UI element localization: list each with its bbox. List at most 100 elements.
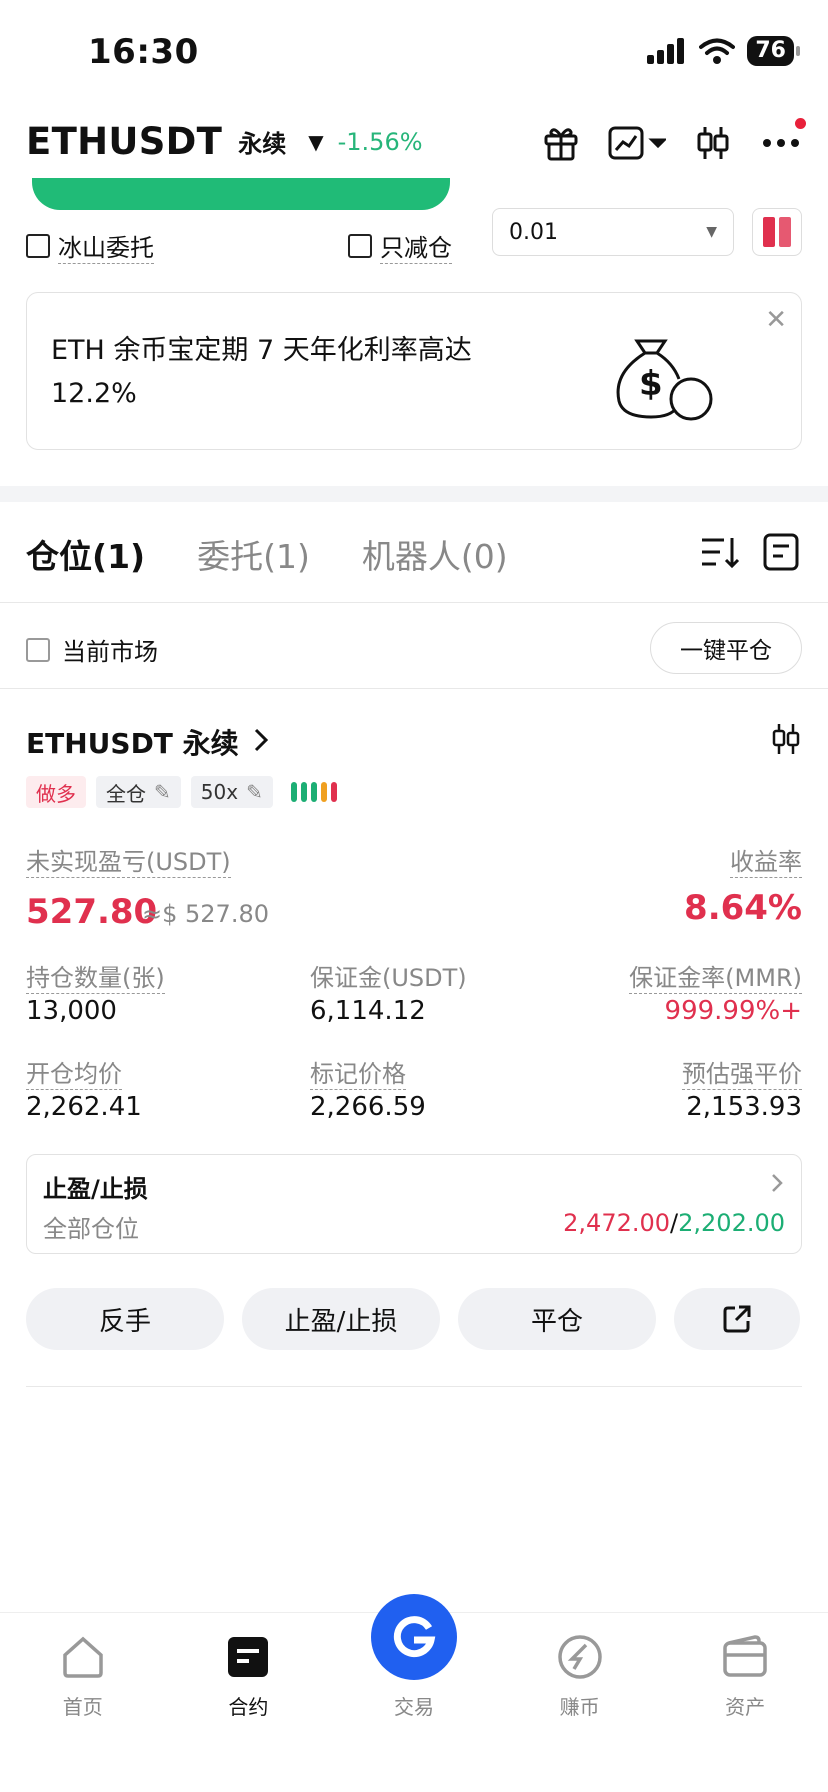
quantity-value: 0.01 xyxy=(509,219,558,245)
tpsl-button[interactable]: 止盈/止损 xyxy=(242,1288,440,1350)
reverse-button[interactable]: 反手 xyxy=(26,1288,224,1350)
divider xyxy=(0,602,828,603)
pnl-label: 未实现盈亏(USDT) xyxy=(26,842,231,878)
svg-text:$: $ xyxy=(639,364,663,404)
adl-indicator-icon xyxy=(290,782,337,802)
nav-assets[interactable]: 资产 xyxy=(685,1613,805,1792)
side-badge: 做多 xyxy=(26,776,86,808)
tab-bots[interactable]: 机器人(0) xyxy=(362,530,508,578)
tpsl-title: 止盈/止损 xyxy=(43,1175,148,1203)
entry-price-label: 开仓均价 xyxy=(26,1054,122,1090)
nav-earn[interactable]: 赚币 xyxy=(520,1613,640,1792)
entry-price-value: 2,262.41 xyxy=(26,1092,142,1122)
price-change: -1.56% xyxy=(337,127,423,156)
roe-value: 8.64% xyxy=(684,888,802,928)
unrealized-pnl: 527.80 xyxy=(26,892,158,932)
iceberg-option[interactable]: 冰山委托 xyxy=(26,228,154,264)
close-all-button[interactable]: 一键平仓 xyxy=(650,622,802,674)
iceberg-checkbox[interactable] xyxy=(26,234,50,258)
symbol-header[interactable]: ETHUSDT 永续 ▼ -1.56% xyxy=(26,120,423,163)
gift-icon[interactable] xyxy=(540,122,582,164)
mmr-label: 保证金率(MMR) xyxy=(629,958,802,994)
divider xyxy=(0,688,828,689)
margin-value: 6,114.12 xyxy=(310,996,426,1026)
tpsl-summary[interactable]: 止盈/止损 全部仓位 2,472.00/2,202.00 xyxy=(26,1154,802,1254)
nav-assets-label: 资产 xyxy=(725,1695,766,1719)
status-icons: 76 xyxy=(647,36,800,66)
tpsl-scope: 全部仓位 xyxy=(43,1215,139,1243)
size-label: 持仓数量(张) xyxy=(26,958,165,994)
position-tabs: 仓位(1) 委托(1) 机器人(0) xyxy=(26,530,508,578)
wifi-icon xyxy=(699,38,736,64)
close-icon[interactable]: ✕ xyxy=(765,305,787,335)
more-icon[interactable] xyxy=(760,122,802,164)
section-divider xyxy=(0,486,828,502)
margin-label: 保证金(USDT) xyxy=(310,964,467,992)
mark-price-label: 标记价格 xyxy=(310,1054,406,1090)
chevron-right-icon xyxy=(771,1173,783,1197)
share-icon xyxy=(723,1305,751,1333)
reduce-only-option[interactable]: 只减仓 xyxy=(348,228,452,264)
quantity-select[interactable]: 0.01 ▼ xyxy=(492,208,734,256)
trade-icon xyxy=(393,1616,436,1658)
layout-icon xyxy=(763,217,791,247)
tab-orders[interactable]: 委托(1) xyxy=(197,530,310,578)
promo-banner[interactable]: ETH 余币宝定期 7 天年化利率高达 12.2% $ ✕ xyxy=(26,292,802,450)
tpsl-prices: 2,472.00/2,202.00 xyxy=(563,1209,785,1237)
liq-price-label: 预估强平价 xyxy=(682,1054,802,1090)
candlestick-icon[interactable] xyxy=(770,722,802,760)
leverage-tag[interactable]: 50x ✎ xyxy=(190,776,273,808)
sort-icon[interactable] xyxy=(700,534,740,574)
banner-text: ETH 余币宝定期 7 天年化利率高达 12.2% xyxy=(51,335,472,409)
margin-mode-tag[interactable]: 全仓 ✎ xyxy=(96,776,181,808)
notification-dot xyxy=(795,118,806,129)
nav-home[interactable]: 首页 xyxy=(23,1613,143,1792)
nav-futures[interactable]: 合约 xyxy=(188,1613,308,1792)
money-bag-icon: $ xyxy=(607,323,717,427)
edit-icon: ✎ xyxy=(246,780,263,804)
roe-label: 收益率 xyxy=(730,842,802,878)
leverage-label: 50x xyxy=(200,780,239,804)
dropdown-caret-icon[interactable]: ▼ xyxy=(308,130,323,154)
nav-earn-label: 赚币 xyxy=(559,1695,600,1719)
divider xyxy=(26,1386,802,1387)
history-icon[interactable] xyxy=(762,532,800,576)
close-position-button[interactable]: 平仓 xyxy=(458,1288,656,1350)
header-actions xyxy=(540,122,802,164)
reduce-only-label: 只减仓 xyxy=(380,228,452,264)
buy-button-fragment[interactable] xyxy=(32,178,450,210)
margin-mode-label: 全仓 xyxy=(106,781,146,806)
size-value: 13,000 xyxy=(26,996,117,1026)
current-market-filter[interactable]: 当前市场 xyxy=(26,632,158,667)
nav-home-label: 首页 xyxy=(62,1695,103,1719)
current-market-checkbox[interactable] xyxy=(26,637,50,662)
position-actions: 反手 止盈/止损 平仓 xyxy=(26,1288,800,1350)
order-book-layout-button[interactable] xyxy=(752,208,802,256)
earn-icon xyxy=(557,1635,602,1679)
chevron-down-icon: ▼ xyxy=(706,224,717,240)
mmr-value: 999.99%+ xyxy=(664,996,802,1026)
stop-loss-price: 2,202.00 xyxy=(678,1209,785,1237)
chart-toggle-icon[interactable] xyxy=(608,122,666,164)
wallet-icon xyxy=(723,1635,767,1677)
home-icon xyxy=(63,1636,103,1678)
share-button[interactable] xyxy=(674,1288,800,1350)
reduce-only-checkbox[interactable] xyxy=(348,234,372,258)
current-market-label: 当前市场 xyxy=(62,638,158,666)
iceberg-label: 冰山委托 xyxy=(58,228,154,264)
position-title[interactable]: ETHUSDT 永续 xyxy=(26,722,269,762)
edit-icon: ✎ xyxy=(154,780,171,804)
symbol-name: ETHUSDT xyxy=(26,120,223,163)
liq-price-value: 2,153.93 xyxy=(686,1092,802,1122)
chevron-right-icon xyxy=(253,726,269,759)
trade-fab-button[interactable] xyxy=(371,1594,457,1680)
status-time: 16:30 xyxy=(88,32,199,72)
contract-type: 永续 xyxy=(238,130,287,158)
position-tags: 做多 全仓 ✎ 50x ✎ xyxy=(26,776,337,808)
mark-price-value: 2,266.59 xyxy=(310,1092,426,1122)
tab-positions[interactable]: 仓位(1) xyxy=(26,530,145,578)
position-symbol: ETHUSDT 永续 xyxy=(26,727,239,760)
battery-indicator: 76 xyxy=(747,36,800,66)
candlestick-icon[interactable] xyxy=(692,122,734,164)
unrealized-pnl-usd: ≈$ 527.80 xyxy=(142,900,269,928)
